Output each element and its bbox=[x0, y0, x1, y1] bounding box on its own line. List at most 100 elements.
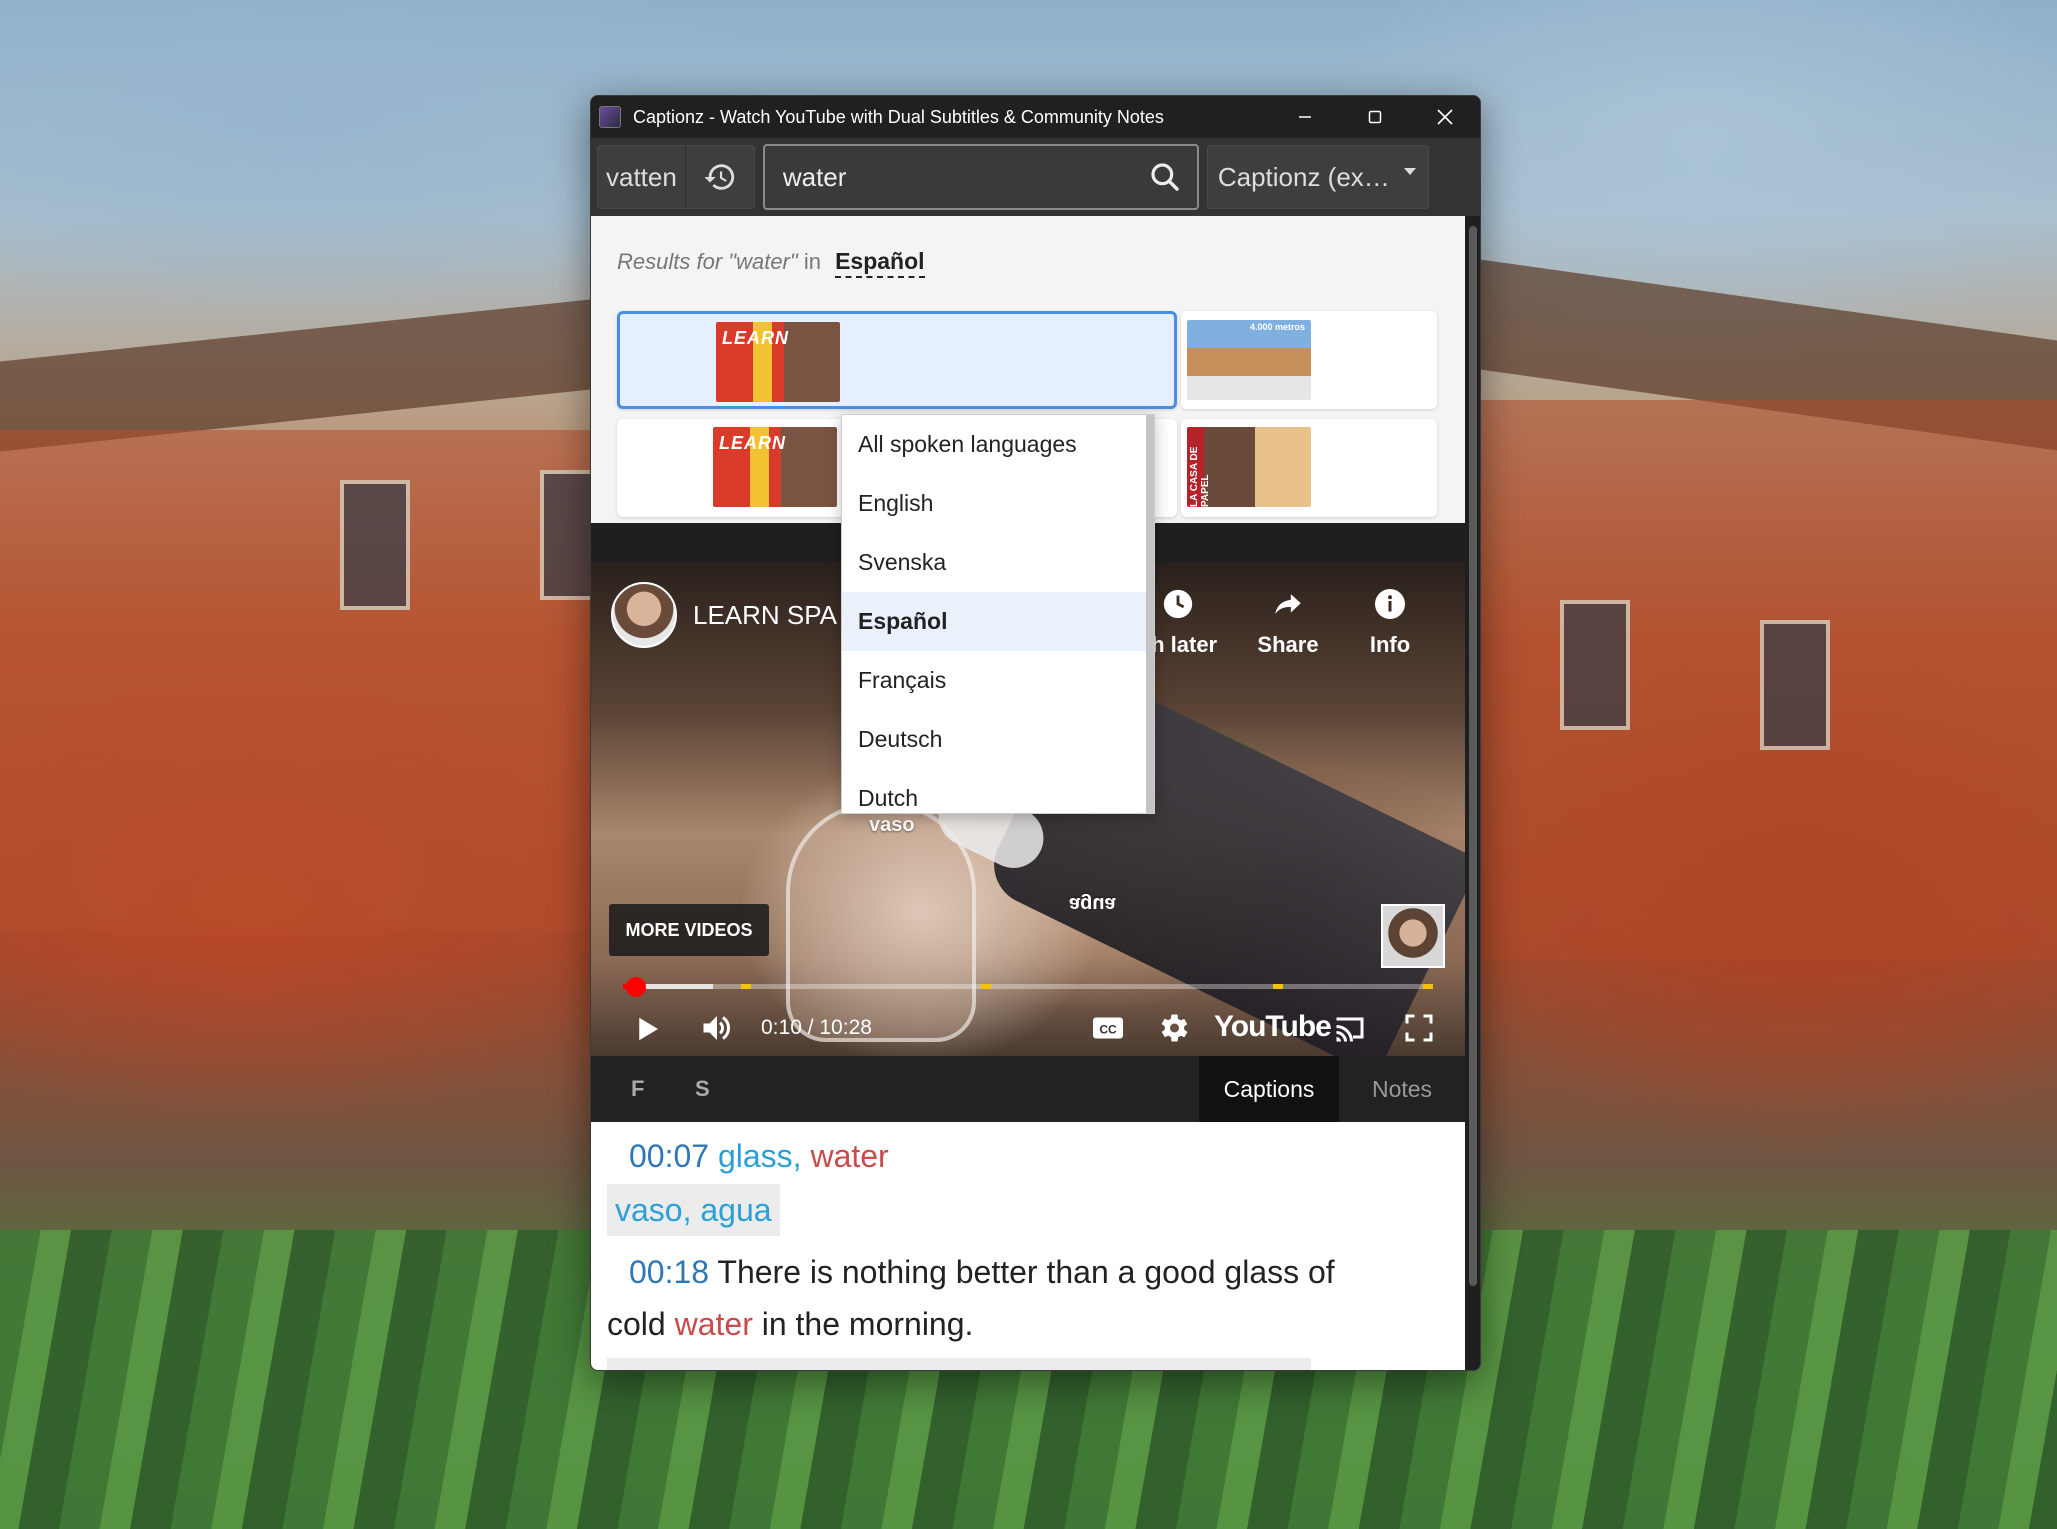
app-window: Captionz - Watch YouTube with Dual Subti… bbox=[590, 95, 1481, 1371]
caption-word[interactable]: water bbox=[810, 1138, 888, 1174]
volume-button[interactable] bbox=[697, 1010, 737, 1046]
info-label: Info bbox=[1369, 632, 1411, 657]
thumbnail-text: LEARN bbox=[722, 328, 789, 348]
caption-line[interactable]: 00:07 glass, water bbox=[629, 1130, 889, 1182]
caption-word[interactable]: glass, bbox=[718, 1138, 802, 1174]
translation-text: vaso, agua bbox=[615, 1192, 772, 1228]
share-button[interactable]: Share bbox=[1243, 582, 1333, 658]
caption-text: cold bbox=[607, 1306, 666, 1342]
caption-timestamp[interactable]: 00:18 bbox=[629, 1254, 709, 1290]
search-input[interactable] bbox=[782, 161, 1149, 193]
results-in: in bbox=[803, 249, 821, 274]
thumbnail-text: LA CASA DE PAPEL bbox=[1189, 446, 1211, 507]
result-card[interactable]: LEARN bbox=[617, 311, 1177, 409]
caption-line-continued[interactable]: cold water in the morning. bbox=[607, 1298, 973, 1350]
cast-button[interactable] bbox=[1329, 1010, 1371, 1046]
close-icon bbox=[1437, 109, 1453, 125]
captions-toggle-button[interactable]: CC bbox=[1089, 1010, 1127, 1046]
previous-query-button[interactable]: vatten bbox=[598, 146, 686, 208]
panel-tabs: F S Captions Notes bbox=[591, 1056, 1465, 1122]
captions-list[interactable]: 00:07 glass, water vaso, agua 00:18 Ther… bbox=[591, 1122, 1465, 1370]
thumbnail-text: 4.000 metros bbox=[1249, 322, 1305, 332]
maximize-button[interactable] bbox=[1340, 96, 1410, 138]
app-icon bbox=[599, 106, 621, 128]
cast-icon bbox=[1336, 1017, 1364, 1042]
end-screen-avatar[interactable] bbox=[1381, 904, 1445, 968]
channel-name[interactable]: LEARN SPA bbox=[693, 600, 837, 631]
background-window bbox=[1560, 600, 1630, 730]
result-thumbnail: LA CASA DE PAPEL bbox=[1187, 427, 1311, 507]
gear-icon bbox=[1161, 1014, 1188, 1042]
results-prefix: Results for bbox=[617, 249, 723, 274]
chapter-marker bbox=[981, 984, 991, 989]
tab-notes[interactable]: Notes bbox=[1339, 1056, 1465, 1122]
result-card[interactable]: 4.000 metros bbox=[1181, 311, 1437, 409]
dropdown-item-english[interactable]: English bbox=[842, 474, 1154, 533]
result-card[interactable]: LA CASA DE PAPEL bbox=[1181, 419, 1437, 517]
search-toolbar: vatten Captionz (ex… bbox=[591, 138, 1480, 216]
history-icon bbox=[704, 164, 734, 190]
chapter-marker bbox=[1273, 984, 1283, 989]
source-select[interactable]: Captionz (ex… bbox=[1206, 145, 1429, 209]
channel-avatar[interactable] bbox=[611, 582, 677, 648]
minimize-button[interactable] bbox=[1270, 96, 1340, 138]
result-thumbnail: LEARN bbox=[716, 322, 840, 402]
caption-timestamp[interactable]: 00:07 bbox=[629, 1138, 709, 1174]
youtube-logo[interactable]: YouTube bbox=[1214, 1010, 1332, 1044]
fullscreen-button[interactable] bbox=[1401, 1010, 1437, 1046]
language-dropdown: All spoken languages English Svenska Esp… bbox=[841, 414, 1155, 814]
settings-button[interactable] bbox=[1155, 1010, 1191, 1046]
thumbnail-text: LEARN bbox=[719, 433, 786, 453]
background-window bbox=[340, 480, 410, 610]
dropdown-item-espanol[interactable]: Español bbox=[842, 592, 1154, 651]
caption-translation[interactable] bbox=[607, 1358, 1311, 1370]
chapter-marker bbox=[741, 984, 751, 989]
caption-text: There is nothing better than a good glas… bbox=[717, 1254, 1335, 1290]
language-picker[interactable]: Español bbox=[835, 248, 925, 278]
play-button[interactable] bbox=[633, 1012, 663, 1046]
share-label: Share bbox=[1257, 632, 1319, 657]
dropdown-item-dutch[interactable]: Dutch bbox=[842, 769, 1154, 813]
info-button[interactable]: Info bbox=[1345, 582, 1435, 658]
fullscreen-icon bbox=[1405, 1014, 1433, 1042]
more-videos-button[interactable]: MORE VIDEOS bbox=[609, 904, 769, 956]
dropdown-scrollbar-thumb[interactable] bbox=[1146, 415, 1154, 813]
caption-word[interactable]: water bbox=[675, 1306, 753, 1342]
history-button[interactable] bbox=[686, 146, 754, 208]
window-title: Captionz - Watch YouTube with Dual Subti… bbox=[633, 106, 1164, 127]
background-roof-left bbox=[0, 298, 600, 452]
caption-line[interactable]: 00:18 There is nothing better than a goo… bbox=[629, 1246, 1335, 1298]
window-scrollbar-thumb[interactable] bbox=[1469, 226, 1477, 1286]
dropdown-item-all[interactable]: All spoken languages bbox=[842, 415, 1154, 474]
chapter-marker bbox=[1423, 984, 1433, 989]
player-controls: 0:10 / 10:28 CC YouTube bbox=[591, 1002, 1465, 1056]
background-window bbox=[1760, 620, 1830, 750]
caption-text: in the morning. bbox=[761, 1306, 974, 1342]
closed-captions-icon: CC bbox=[1093, 1017, 1123, 1039]
dropdown-item-svenska[interactable]: Svenska bbox=[842, 533, 1154, 592]
results-panel: Results for "water" in Español LEARN 4.0… bbox=[591, 216, 1465, 814]
title-bar: Captionz - Watch YouTube with Dual Subti… bbox=[591, 96, 1480, 138]
progress-bar[interactable] bbox=[623, 977, 1433, 997]
close-button[interactable] bbox=[1410, 96, 1480, 138]
play-icon bbox=[639, 1017, 658, 1041]
background-wall-left bbox=[0, 430, 600, 930]
progress-scrubber[interactable] bbox=[625, 977, 646, 997]
tab-captions[interactable]: Captions bbox=[1199, 1056, 1339, 1122]
share-icon bbox=[1275, 594, 1301, 614]
search-box bbox=[762, 144, 1199, 210]
search-icon[interactable] bbox=[1149, 161, 1181, 193]
dropdown-scrollbar[interactable] bbox=[1146, 415, 1154, 813]
caption-translation[interactable]: vaso, agua bbox=[607, 1184, 780, 1236]
volume-icon bbox=[703, 1016, 730, 1040]
tab-s[interactable]: S bbox=[695, 1076, 710, 1102]
source-select-label: Captionz (ex… bbox=[1217, 161, 1390, 192]
tab-f[interactable]: F bbox=[631, 1076, 644, 1102]
minimize-icon bbox=[1299, 116, 1311, 118]
dropdown-item-francais[interactable]: Français bbox=[842, 651, 1154, 710]
window-scrollbar[interactable] bbox=[1467, 216, 1479, 1370]
svg-text:CC: CC bbox=[1099, 1022, 1117, 1036]
clock-icon bbox=[1163, 589, 1193, 619]
maximize-icon bbox=[1368, 110, 1382, 124]
dropdown-item-deutsch[interactable]: Deutsch bbox=[842, 710, 1154, 769]
